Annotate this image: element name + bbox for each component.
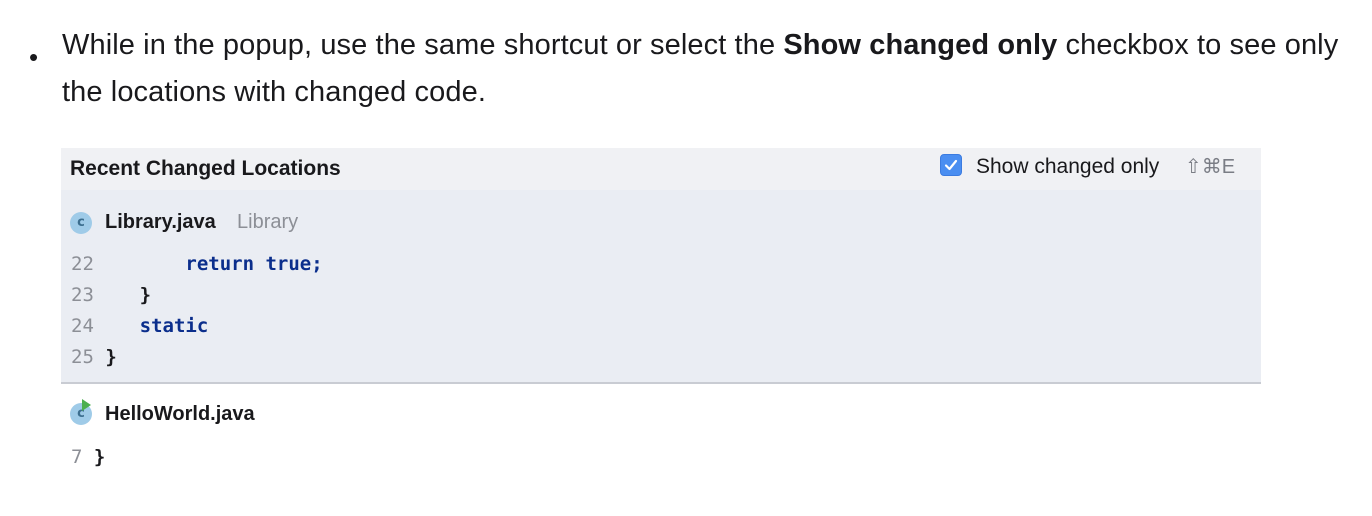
bullet-text-bold: Show changed only bbox=[783, 29, 1058, 61]
popup-header: Recent Changed Locations Show changed on… bbox=[61, 148, 1261, 190]
code-line[interactable]: 7 } bbox=[71, 442, 105, 472]
show-changed-only-label[interactable]: Show changed only bbox=[976, 152, 1159, 182]
recent-changed-locations-popup: Recent Changed Locations Show changed on… bbox=[61, 148, 1261, 488]
file-name: Library.java bbox=[105, 211, 216, 233]
line-number: 22 bbox=[71, 253, 94, 275]
java-runnable-class-icon: c bbox=[70, 399, 92, 425]
file-section-library[interactable]: c Library.java Library 22 return true; 2… bbox=[61, 190, 1261, 382]
line-number: 25 bbox=[71, 346, 94, 368]
bullet-dot: • bbox=[29, 42, 39, 72]
code-text: } bbox=[93, 446, 106, 468]
code-text: } bbox=[139, 284, 152, 306]
code-line[interactable]: 23 } bbox=[71, 280, 151, 310]
bullet-text-before: While in the popup, use the same shortcu… bbox=[62, 29, 784, 61]
file-module: Library bbox=[237, 211, 299, 233]
line-number: 23 bbox=[71, 284, 94, 306]
code-text: static bbox=[139, 315, 209, 337]
section-divider bbox=[61, 382, 1261, 384]
line-number: 24 bbox=[71, 315, 94, 337]
checkmark-icon bbox=[944, 159, 958, 171]
code-line[interactable]: 24 static bbox=[71, 311, 208, 341]
shortcut-hint: ⇧⌘E bbox=[1185, 156, 1236, 178]
code-text: return true; bbox=[185, 253, 323, 275]
code-line[interactable]: 22 return true; bbox=[71, 249, 323, 279]
code-line[interactable]: 25 } bbox=[71, 342, 117, 372]
line-number: 7 bbox=[71, 446, 83, 468]
bullet-text: While in the popup, use the same shortcu… bbox=[62, 22, 1362, 116]
popup-title: Recent Changed Locations bbox=[70, 157, 341, 180]
java-class-icon: c bbox=[70, 212, 92, 234]
file-name[interactable]: HelloWorld.java bbox=[105, 399, 255, 429]
show-changed-only-checkbox[interactable] bbox=[940, 154, 962, 176]
code-text: } bbox=[105, 346, 117, 368]
